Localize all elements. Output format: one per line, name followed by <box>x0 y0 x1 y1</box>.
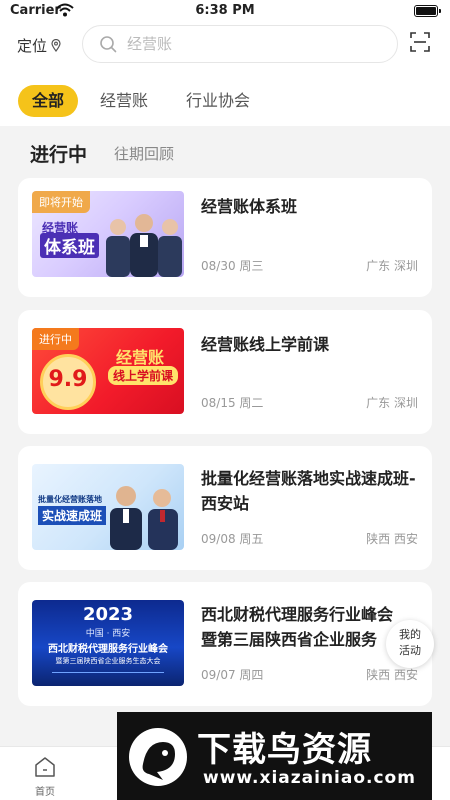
status-tabs: 进行中 往期回顾 <box>0 126 450 178</box>
event-card[interactable]: 即将开始 经营账 体系班 经营账体系班 08/30 周三 广东 深圳 <box>18 178 432 297</box>
thumbnail-subtitle: 实战速成班 <box>38 506 107 525</box>
search-input[interactable] <box>127 35 367 53</box>
battery-icon <box>414 5 441 17</box>
event-date: 08/30 周三 <box>201 259 264 273</box>
bird-logo-icon <box>129 728 187 786</box>
location-label: 定位 <box>17 37 48 55</box>
tab-past[interactable]: 往期回顾 <box>114 143 174 164</box>
event-location: 广东 深圳 <box>366 259 418 273</box>
event-thumbnail: 批量化经营账落地 实战速成班 <box>32 464 184 550</box>
top-bar: 定位 <box>0 22 450 68</box>
category-tab-industry-association[interactable]: 行业协会 <box>186 85 250 117</box>
thumbnail-price: 9.9 <box>48 367 88 392</box>
event-date: 09/08 周五 <box>201 532 264 546</box>
event-title: 经营账线上学前课 <box>201 335 330 354</box>
thumbnail-subtitle: 暨第三届陕西省企业服务生态大会 <box>55 657 161 665</box>
category-tab-business-account[interactable]: 经营账 <box>100 85 148 117</box>
tab-home[interactable]: 首页 <box>15 755 75 798</box>
event-list-panel: 进行中 往期回顾 即将开始 经营账 体系班 经营账体系班 08/30 周三 广东… <box>0 126 450 746</box>
tab-ongoing[interactable]: 进行中 <box>30 140 87 167</box>
my-activities-line1: 我的 <box>399 628 421 641</box>
thumbnail-subtitle: 体系班 <box>40 233 99 258</box>
event-title: 西北财税代理服务行业峰会暨第三届陕西省企业服务 <box>201 605 394 649</box>
event-thumbnail: 即将开始 经营账 体系班 <box>32 191 184 277</box>
thumbnail-headline: 西北财税代理服务行业峰会 <box>48 644 168 655</box>
status-bar: Carrier 6:38 PM <box>0 0 450 22</box>
event-title: 经营账体系班 <box>201 197 298 216</box>
site-watermark: 下载鸟资源 www.xiazainiao.com <box>117 712 432 800</box>
event-thumbnail: 进行中 9.9 经营账 线上学前课 <box>32 328 184 414</box>
my-activities-line2: 活动 <box>399 644 421 657</box>
thumbnail-badge: 进行中 <box>32 328 79 350</box>
event-date: 09/07 周四 <box>201 668 264 682</box>
thumbnail-year: 2023 <box>82 604 134 625</box>
event-card[interactable]: 进行中 9.9 经营账 线上学前课 经营账线上学前课 08/15 周二 广东 深… <box>18 310 432 434</box>
speakers-illustration <box>110 486 178 550</box>
clock: 6:38 PM <box>195 3 255 18</box>
thumbnail-city: 中国 · 西安 <box>85 629 131 639</box>
thumbnail-divider <box>52 672 164 673</box>
watermark-url: www.xiazainiao.com <box>203 768 416 788</box>
event-location: 广东 深圳 <box>366 396 418 410</box>
home-icon <box>35 757 55 777</box>
thumbnail-headline: 批量化经营账落地 <box>38 495 102 504</box>
event-date: 08/15 周二 <box>201 396 264 410</box>
category-tabs: 全部 经营账 行业协会 <box>0 68 450 126</box>
price-circle: 9.9 <box>40 354 96 410</box>
event-thumbnail: 2023 中国 · 西安 西北财税代理服务行业峰会 暨第三届陕西省企业服务生态大… <box>32 600 184 686</box>
watermark-brand: 下载鸟资源 <box>197 730 372 770</box>
search-box[interactable] <box>82 25 398 63</box>
speakers-illustration <box>106 214 182 277</box>
thumbnail-headline: 经营账 <box>116 348 165 367</box>
thumbnail-subtitle: 线上学前课 <box>108 366 179 385</box>
event-title: 批量化经营账落地实战速成班-西安站 <box>201 469 416 513</box>
location-selector[interactable]: 定位 <box>17 35 61 56</box>
event-location: 陕西 西安 <box>366 532 418 546</box>
tab-home-label: 首页 <box>35 787 55 798</box>
event-location: 陕西 西安 <box>366 668 418 682</box>
my-activities-button[interactable]: 我的 活动 <box>386 620 434 668</box>
category-tab-all[interactable]: 全部 <box>18 85 79 117</box>
event-card[interactable]: 2023 中国 · 西安 西北财税代理服务行业峰会 暨第三届陕西省企业服务生态大… <box>18 582 432 706</box>
scan-icon[interactable] <box>410 32 430 52</box>
location-pin-icon <box>51 39 61 52</box>
search-icon <box>100 36 117 53</box>
thumbnail-badge: 即将开始 <box>32 191 90 213</box>
event-card[interactable]: 批量化经营账落地 实战速成班 批量化经营账落地实战速成班-西安站 09/08 周… <box>18 446 432 570</box>
